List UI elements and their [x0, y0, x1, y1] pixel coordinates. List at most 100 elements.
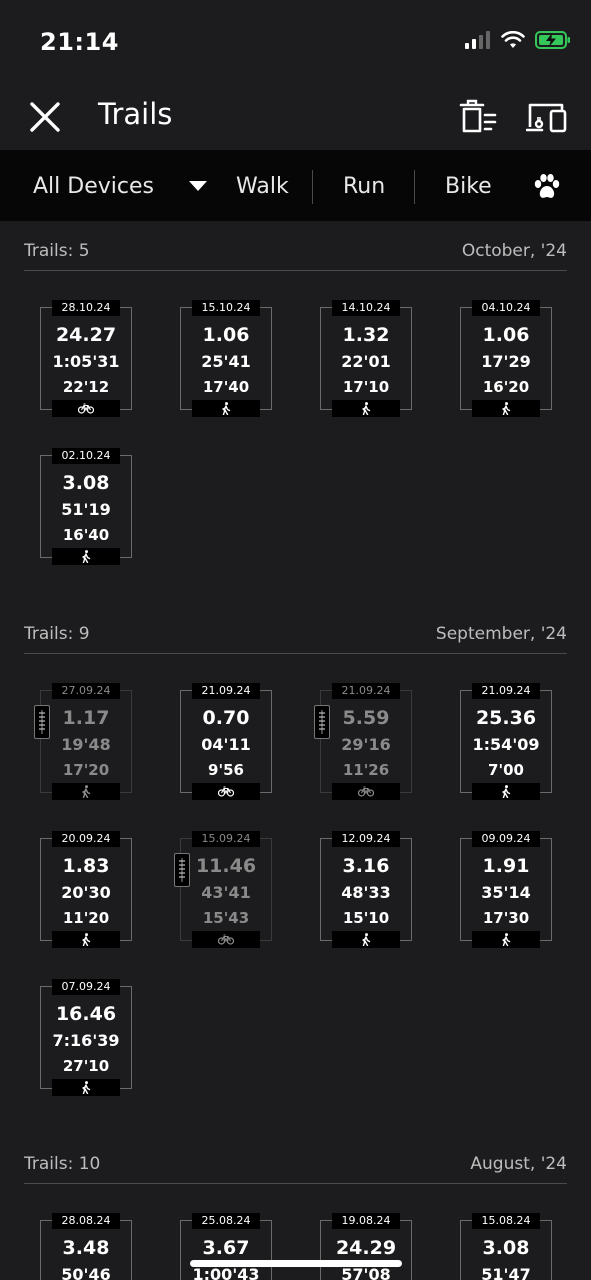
filter-pet[interactable] — [533, 173, 561, 203]
trail-distance: 1.06 — [202, 324, 250, 346]
trail-distance: 11.46 — [195, 855, 257, 877]
filter-run[interactable]: Run — [343, 150, 385, 221]
trail-card[interactable]: 14.10.24 1.32 22'01 17'10 — [320, 300, 412, 417]
trail-date: 27.09.24 — [52, 683, 120, 699]
section-header: Trails: 5 October, '24 — [24, 221, 567, 271]
delete-list-button[interactable] — [458, 97, 498, 137]
trail-card[interactable]: 27.09.24 1.17 19'48 17'20 — [34, 683, 132, 800]
trail-pace: 11'26 — [342, 761, 390, 779]
trail-pace: 7'00 — [488, 761, 524, 779]
stacked-trails-icon[interactable] — [314, 705, 330, 739]
devices-button[interactable] — [525, 97, 567, 137]
trail-date: 19.08.24 — [332, 1213, 400, 1229]
home-indicator — [190, 1260, 402, 1267]
trail-card[interactable]: 12.09.24 3.16 48'33 15'10 — [320, 831, 412, 948]
close-button[interactable] — [26, 98, 64, 136]
trail-type-badge — [332, 783, 400, 800]
trail-pace: 22'12 — [62, 378, 110, 396]
trail-duration: 51'19 — [61, 500, 111, 519]
filter-walk[interactable]: Walk — [236, 150, 289, 221]
device-filter-dropdown[interactable]: All Devices — [33, 150, 207, 221]
trail-duration: 50'46 — [61, 1265, 111, 1280]
section-header: Trails: 10 August, '24 — [24, 1134, 567, 1184]
trail-card[interactable]: 21.09.24 25.36 1:54'09 7'00 — [460, 683, 552, 800]
trail-date: 21.09.24 — [332, 683, 400, 699]
trail-card[interactable]: 28.08.24 3.48 50'46 — [40, 1213, 132, 1280]
stacked-trails-icon[interactable] — [34, 705, 50, 739]
walk-icon — [82, 785, 91, 798]
section-header: Trails: 9 September, '24 — [24, 604, 567, 654]
trail-card[interactable]: 02.10.24 3.08 51'19 16'40 — [40, 448, 132, 565]
trail-card[interactable]: 19.08.24 24.29 57'08 — [320, 1213, 412, 1280]
trail-type-badge — [192, 931, 260, 948]
trail-duration: 20'30 — [61, 883, 111, 902]
trail-distance: 3.67 — [202, 1237, 250, 1259]
month-section: Trails: 10 August, '24 28.08.24 3.48 50'46 25… — [0, 1134, 591, 1280]
trail-card[interactable]: 20.09.24 1.83 20'30 11'20 — [40, 831, 132, 948]
trail-date: 28.08.24 — [52, 1213, 120, 1229]
trail-card[interactable]: 04.10.24 1.06 17'29 16'20 — [460, 300, 552, 417]
trail-card[interactable]: 15.09.24 11.46 43'41 15'43 — [174, 831, 272, 948]
trail-card[interactable]: 21.09.24 0.70 04'11 9'56 — [180, 683, 272, 800]
trail-type-badge — [332, 400, 400, 417]
trail-pace: 17'20 — [62, 761, 110, 779]
trail-card[interactable]: 15.08.24 3.08 51'47 — [460, 1213, 552, 1280]
walk-icon — [82, 933, 91, 946]
trail-duration: 57'08 — [341, 1265, 391, 1280]
month-section: Trails: 5 October, '24 28.10.24 24.27 1:05'3… — [0, 221, 591, 565]
page-title: Trails — [98, 97, 173, 131]
trail-type-badge — [192, 783, 260, 800]
activity-filter-bar: All Devices Walk Run Bike — [0, 150, 591, 221]
trash-list-icon — [459, 99, 497, 133]
trail-count: Trails: 5 — [24, 241, 90, 261]
trail-pace: 17'30 — [482, 909, 530, 927]
trail-card[interactable]: 28.10.24 24.27 1:05'31 22'12 — [40, 300, 132, 417]
trail-distance: 24.27 — [55, 324, 117, 346]
trail-distance: 3.08 — [62, 472, 110, 494]
trail-card[interactable]: 21.09.24 5.59 29'16 11'26 — [314, 683, 412, 800]
divider — [414, 170, 415, 204]
trail-distance: 3.16 — [342, 855, 390, 877]
walk-icon — [502, 402, 511, 415]
trail-duration: 7:16'39 — [52, 1031, 120, 1050]
trail-duration: 1:05'31 — [52, 352, 120, 371]
app-bar: Trails — [0, 88, 591, 150]
trail-card[interactable]: 15.10.24 1.06 25'41 17'40 — [180, 300, 272, 417]
trail-date: 04.10.24 — [472, 300, 540, 316]
trail-card[interactable]: 09.09.24 1.91 35'14 17'30 — [460, 831, 552, 948]
trail-count: Trails: 9 — [24, 624, 90, 644]
trail-duration: 17'29 — [481, 352, 531, 371]
trail-duration: 22'01 — [341, 352, 391, 371]
close-icon — [30, 102, 60, 132]
trail-type-badge — [52, 931, 120, 948]
trail-date: 21.09.24 — [192, 683, 260, 699]
device-filter-label: All Devices — [33, 174, 154, 199]
status-bar: 21:14 — [0, 0, 591, 88]
trail-pace: 11'20 — [62, 909, 110, 927]
trail-distance: 3.48 — [62, 1237, 110, 1259]
trail-distance: 25.36 — [475, 707, 537, 729]
chevron-down-icon — [188, 180, 207, 191]
filter-bike[interactable]: Bike — [445, 150, 492, 221]
trail-card[interactable]: 07.09.24 16.46 7:16'39 27'10 — [40, 979, 132, 1096]
trail-duration: 35'14 — [481, 883, 531, 902]
walk-icon — [82, 550, 91, 563]
trail-type-badge — [472, 400, 540, 417]
trail-date: 02.10.24 — [52, 448, 120, 464]
trail-distance: 16.46 — [55, 1003, 117, 1025]
status-icons — [465, 31, 571, 49]
trail-duration: 48'33 — [341, 883, 391, 902]
trail-card[interactable]: 25.08.24 3.67 1:00'43 — [180, 1213, 272, 1280]
walk-icon — [502, 785, 511, 798]
walk-icon — [222, 402, 231, 415]
stacked-trails-icon[interactable] — [174, 853, 190, 887]
trail-type-badge — [472, 783, 540, 800]
trail-type-badge — [192, 400, 260, 417]
trails-list[interactable]: Trails: 5 October, '24 28.10.24 24.27 1:05'3… — [0, 221, 591, 1280]
trail-duration: 51'47 — [481, 1265, 531, 1280]
trail-pace: 15'43 — [202, 909, 250, 927]
trail-duration: 29'16 — [341, 735, 391, 754]
trail-duration: 25'41 — [201, 352, 251, 371]
trail-date: 25.08.24 — [192, 1213, 260, 1229]
trail-distance: 3.08 — [482, 1237, 530, 1259]
